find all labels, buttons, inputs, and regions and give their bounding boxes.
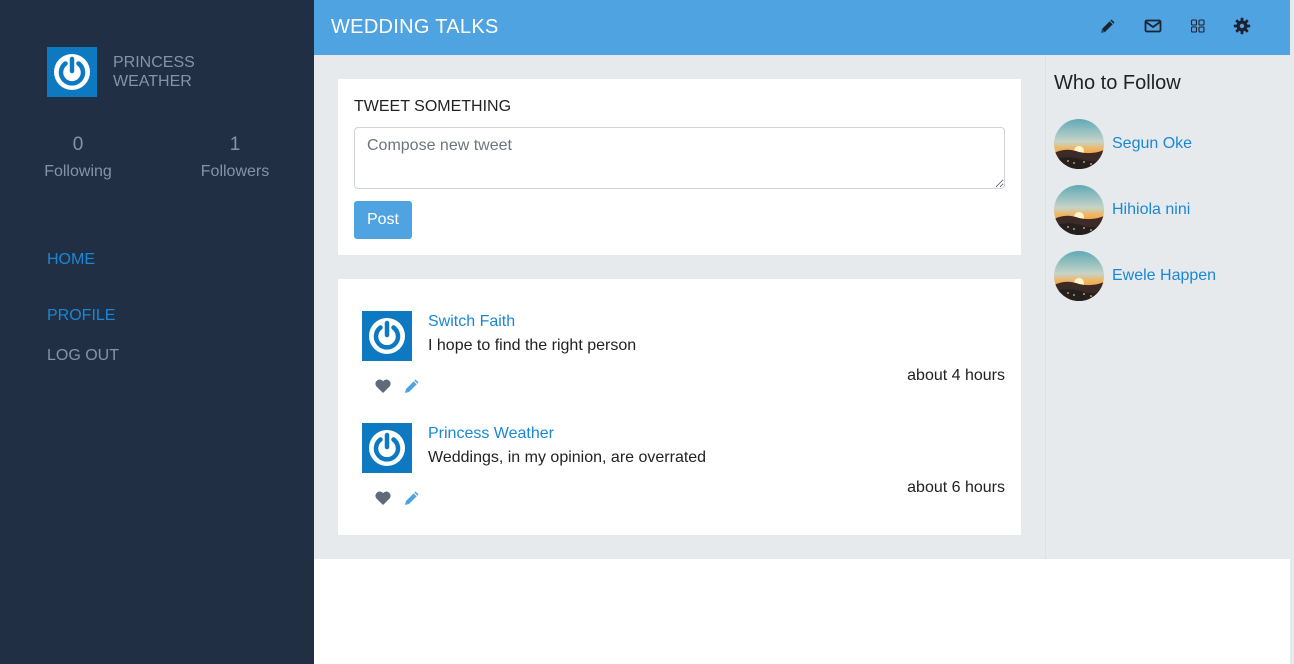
pencil-icon[interactable] [1098,16,1118,36]
nav-home-link[interactable]: HOME [47,251,95,269]
suggestion-name[interactable]: Segun Oke [1112,135,1192,153]
following-count: 0 [72,134,84,155]
who-to-follow-title: Who to Follow [1054,72,1181,94]
heart-icon[interactable] [374,489,392,507]
follow-suggestion[interactable]: Segun Oke [1054,119,1192,169]
avatar [1054,251,1104,301]
app-title: WEDDING TALKS [331,16,499,38]
following-stat: 0 Following [40,134,116,181]
tweet-time: about 6 hours [907,479,1005,496]
tweet-author[interactable]: Princess Weather [428,425,554,443]
avatar [362,311,412,361]
tweet-time: about 4 hours [907,367,1005,384]
compose-card: TWEET SOMETHING Post [338,79,1021,255]
avatar [1054,185,1104,235]
sunset-photo [1054,185,1104,235]
compose-input[interactable] [354,127,1005,189]
tweet-item: Switch Faith I hope to find the right pe… [362,311,1005,411]
sunset-photo [1054,251,1104,301]
tweet-feed: Switch Faith I hope to find the right pe… [338,279,1021,535]
tweet-author[interactable]: Switch Faith [428,313,515,331]
nav-profile-link[interactable]: PROFILE [47,307,115,325]
heart-icon[interactable] [374,377,392,395]
nav-logout-link[interactable]: LOG OUT [47,347,119,365]
power-icon [362,423,412,473]
who-to-follow-panel: Who to Follow Segun Oke Hihiola nini Ewe… [1045,55,1290,559]
envelope-icon[interactable] [1143,16,1163,36]
sidebar: PRINCESS WEATHER 0 Following 1 Followers… [0,0,314,664]
tweet-text: Weddings, in my opinion, are overrated [428,449,707,466]
gear-icon[interactable] [1232,16,1252,36]
avatar [362,423,412,473]
compose-title: TWEET SOMETHING [354,98,512,115]
power-icon [362,311,412,361]
power-icon [47,47,97,97]
following-label: Following [44,163,112,180]
pencil-icon[interactable] [403,377,421,395]
follow-suggestion[interactable]: Hihiola nini [1054,185,1190,235]
grid-icon[interactable] [1188,16,1208,36]
sunset-photo [1054,119,1104,169]
top-bar: WEDDING TALKS [314,0,1290,55]
pencil-icon[interactable] [403,489,421,507]
suggestion-name[interactable]: Ewele Happen [1112,267,1216,285]
followers-count: 1 [229,134,241,155]
avatar [47,47,97,97]
scrollbar-track [1290,0,1294,664]
follow-suggestion[interactable]: Ewele Happen [1054,251,1216,301]
tweet-item: Princess Weather Weddings, in my opinion… [362,423,1005,523]
followers-stat: 1 Followers [196,134,274,181]
sidebar-profile: PRINCESS WEATHER [47,47,233,97]
avatar [1054,119,1104,169]
suggestion-name[interactable]: Hihiola nini [1112,201,1190,219]
post-button[interactable]: Post [354,201,412,239]
tweet-text: I hope to find the right person [428,337,637,354]
profile-name: PRINCESS WEATHER [113,54,195,90]
main-content: TWEET SOMETHING Post Switch Faith I hope… [314,55,1045,559]
followers-label: Followers [200,163,270,180]
